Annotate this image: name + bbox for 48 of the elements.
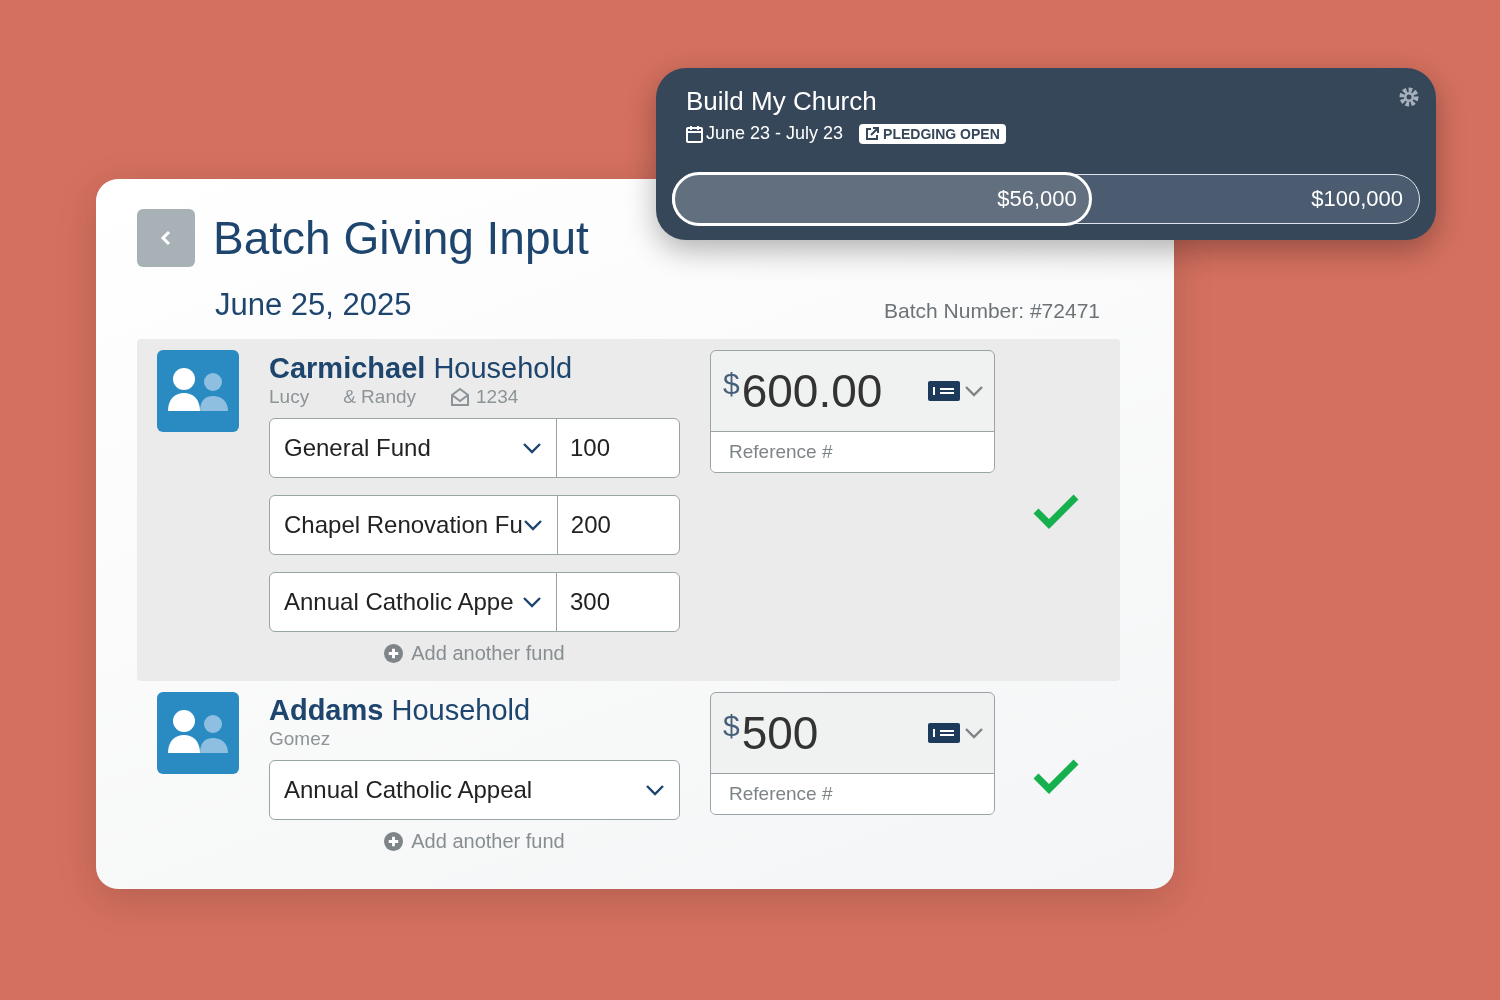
currency-symbol: $: [723, 709, 740, 743]
fund-select[interactable]: Annual Catholic Appeal: [270, 761, 679, 819]
currency-symbol: $: [723, 367, 740, 401]
household-name: Addams Household: [269, 693, 532, 728]
chevron-down-icon: [964, 727, 984, 739]
calendar-icon: [686, 124, 703, 143]
member-name: Lucy: [269, 386, 310, 408]
fund-select[interactable]: Annual Catholic Appe: [270, 573, 556, 631]
plus-circle-icon: [384, 832, 404, 851]
chevron-down-icon: [522, 519, 543, 531]
member-name: Gomez: [269, 728, 331, 750]
payment-method-dropdown[interactable]: [928, 381, 984, 401]
batch-date: June 25, 2025: [215, 287, 412, 323]
reference-field[interactable]: Reference #: [711, 432, 994, 472]
external-link-icon: [865, 126, 880, 141]
fund-select[interactable]: General Fund: [270, 419, 556, 477]
status-badge[interactable]: PLEDGING OPEN: [859, 123, 1006, 144]
household-name: Carmichael Household: [269, 351, 574, 386]
goal-amount: $100,000: [1311, 186, 1403, 212]
campaign-dates: June 23 - July 23: [706, 123, 844, 144]
settings-icon[interactable]: [1398, 86, 1420, 108]
campaign-title: Build My Church: [686, 86, 877, 117]
check-payment-icon: [928, 381, 960, 401]
household-section[interactable]: Addams Household Gomez Annual Catholic Appeal Add another fund $500 Reference #: [137, 681, 1120, 869]
fund-amount-field[interactable]: 200: [556, 496, 679, 554]
fund-select[interactable]: Chapel Renovation Fu: [270, 496, 557, 554]
check-payment-icon: [928, 723, 960, 743]
household-section[interactable]: Carmichael Household Lucy & Randy 1234 General Fund 100 Chapel Renovation Fu 200 Annual Catholic Appe 300 Add another fund $600.00 Reference #: [137, 339, 1120, 681]
fund-amount-field[interactable]: 100: [556, 419, 679, 477]
reference-field[interactable]: Reference #: [711, 774, 994, 814]
payment-method-dropdown[interactable]: [928, 723, 984, 743]
amount-value: 500: [741, 706, 820, 760]
chevron-down-icon: [522, 442, 542, 454]
envelope-number: 1234: [476, 386, 519, 408]
chevron-down-icon: [522, 596, 542, 608]
fund-amount-field[interactable]: 300: [556, 573, 679, 631]
page-title: Batch Giving Input: [213, 211, 589, 265]
amount-field[interactable]: $500 Reference #: [710, 692, 995, 815]
chevron-down-icon: [645, 784, 665, 796]
member-name: & Randy: [343, 386, 416, 408]
amount-field[interactable]: $600.00 Reference #: [710, 350, 995, 473]
envelope-icon: [450, 387, 470, 407]
chevron-left-icon: [160, 230, 172, 246]
batch-number: Batch Number: #72471: [884, 299, 1100, 323]
plus-circle-icon: [384, 644, 404, 663]
chevron-down-icon: [964, 385, 984, 397]
amount-value: 600.00: [741, 364, 884, 418]
raised-amount: $56,000: [997, 186, 1077, 212]
